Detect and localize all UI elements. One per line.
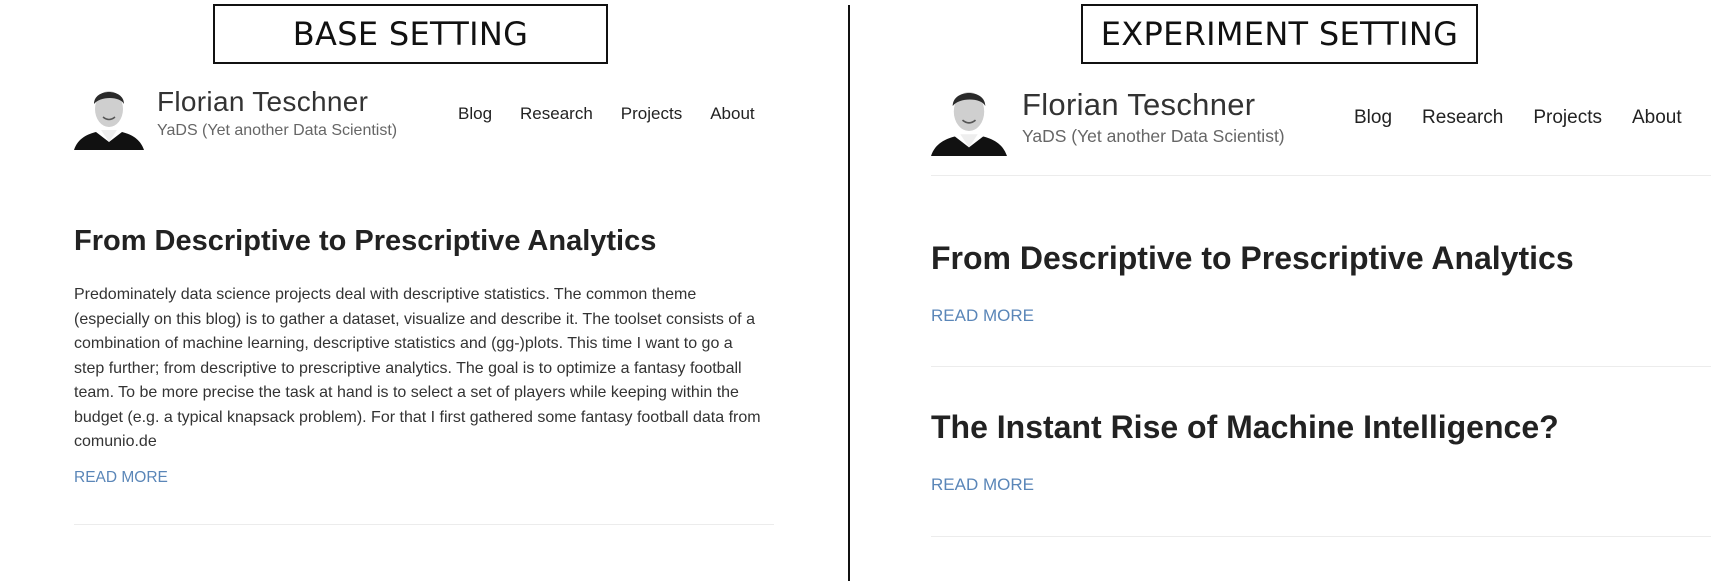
site-subtitle: YaDS (Yet another Data Scientist) [157,122,398,139]
post-title[interactable]: From Descriptive to Prescriptive Analyti… [74,225,656,258]
base-setting-label: BASE SETTING [213,4,608,64]
post-separator [931,366,1711,367]
nav-projects[interactable]: Projects [621,104,682,124]
read-more-link[interactable]: READ MORE [74,469,168,487]
nav-about[interactable]: About [1632,107,1682,129]
experiment-setting-label: EXPERIMENT SETTING [1081,4,1478,64]
header-separator [931,175,1711,176]
nav-blog[interactable]: Blog [458,104,492,124]
nav-about[interactable]: About [710,104,754,124]
post-title[interactable]: The Instant Rise of Machine Intelligence… [931,409,1559,446]
read-more-link[interactable]: READ MORE [931,306,1034,326]
post-separator [74,524,774,525]
nav-research[interactable]: Research [1422,107,1503,129]
site-subtitle: YaDS (Yet another Data Scientist) [1022,126,1285,146]
post-separator [931,536,1711,537]
site-title[interactable]: Florian Teschner [1022,87,1255,123]
author-avatar[interactable] [74,80,144,150]
main-nav: Blog Research Projects About [1354,107,1682,129]
author-avatar[interactable] [931,80,1007,156]
nav-blog[interactable]: Blog [1354,107,1392,129]
read-more-link[interactable]: READ MORE [931,475,1034,495]
nav-projects[interactable]: Projects [1533,107,1602,129]
panel-divider [848,5,850,581]
post-title[interactable]: From Descriptive to Prescriptive Analyti… [931,240,1574,277]
main-nav: Blog Research Projects About [458,104,755,124]
nav-research[interactable]: Research [520,104,593,124]
site-title[interactable]: Florian Teschner [157,86,368,118]
post-excerpt: Predominately data science projects deal… [74,286,761,450]
